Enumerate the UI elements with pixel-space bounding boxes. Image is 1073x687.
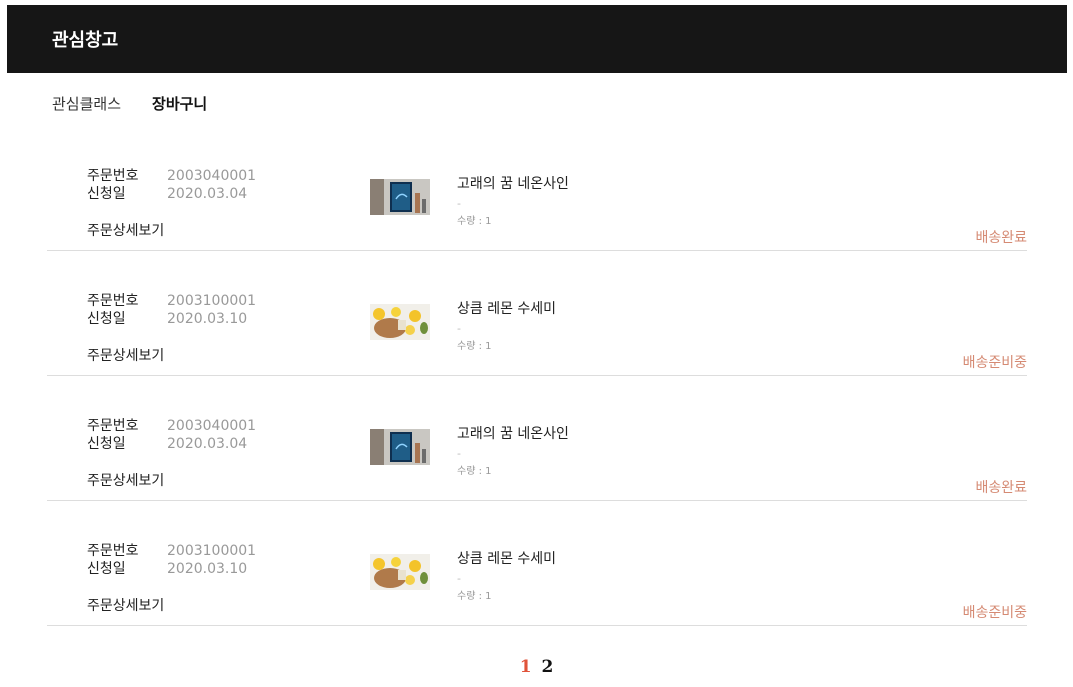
tab-interest-classes[interactable]: 관심클래스 (52, 93, 121, 114)
product-name[interactable]: 고래의 꿈 네온사인 (457, 423, 569, 443)
order-number: 2003100001 (167, 293, 257, 309)
product-info: 고래의 꿈 네온사인 - 수량 : 1 (457, 173, 569, 227)
applied-date: 2020.03.04 (167, 186, 248, 202)
order-number-label: 주문번호 (87, 293, 139, 309)
order-number-label: 주문번호 (87, 418, 139, 434)
order-number: 2003040001 (167, 168, 257, 184)
order-item: 주문번호 2003100001 신청일 2020.03.10 주문상세보기 상큼… (47, 501, 1027, 626)
applied-date-label: 신청일 (87, 561, 126, 577)
tab-cart[interactable]: 장바구니 (152, 93, 207, 114)
product-quantity: 수량 : 1 (457, 216, 492, 227)
product-info: 고래의 꿈 네온사인 - 수량 : 1 (457, 423, 569, 477)
order-item: 주문번호 2003100001 신청일 2020.03.10 주문상세보기 상큼… (47, 251, 1027, 376)
page-1-link[interactable]: 1 (520, 657, 532, 677)
product-quantity: 수량 : 1 (457, 466, 492, 477)
page-title: 관심창고 (52, 30, 119, 51)
lemon-scrubber-image[interactable] (370, 304, 430, 340)
order-number: 2003040001 (167, 418, 257, 434)
product-quantity: 수량 : 1 (457, 341, 492, 352)
applied-date-label: 신청일 (87, 311, 126, 327)
applied-date: 2020.03.10 (167, 311, 248, 327)
applied-date-label: 신청일 (87, 436, 126, 452)
order-list: 주문번호 2003040001 신청일 2020.03.04 주문상세보기 고래… (47, 126, 1027, 626)
page-header: 관심창고 (7, 5, 1067, 73)
tab-bar: 관심클래스 장바구니 (52, 93, 207, 114)
order-detail-link[interactable]: 주문상세보기 (87, 470, 164, 490)
order-number-label: 주문번호 (87, 168, 139, 184)
neon-whale-image[interactable] (370, 179, 430, 215)
product-option: - (457, 197, 461, 210)
product-option: - (457, 322, 461, 335)
page-2-link[interactable]: 2 (541, 657, 553, 677)
lemon-scrubber-image[interactable] (370, 554, 430, 590)
applied-date: 2020.03.10 (167, 561, 248, 577)
delivery-status: 배송완료 (975, 230, 1027, 246)
order-item: 주문번호 2003040001 신청일 2020.03.04 주문상세보기 고래… (47, 376, 1027, 501)
order-detail-link[interactable]: 주문상세보기 (87, 220, 164, 240)
neon-whale-image[interactable] (370, 429, 430, 465)
product-info: 상큼 레몬 수세미 - 수량 : 1 (457, 548, 556, 602)
product-name[interactable]: 고래의 꿈 네온사인 (457, 173, 569, 193)
order-meta: 주문번호 2003100001 신청일 2020.03.10 (87, 292, 256, 328)
delivery-status: 배송완료 (975, 480, 1027, 496)
order-meta: 주문번호 2003040001 신청일 2020.03.04 (87, 417, 256, 453)
product-info: 상큼 레몬 수세미 - 수량 : 1 (457, 298, 556, 352)
product-name[interactable]: 상큼 레몬 수세미 (457, 548, 556, 568)
order-item: 주문번호 2003040001 신청일 2020.03.04 주문상세보기 고래… (47, 126, 1027, 251)
order-number: 2003100001 (167, 543, 257, 559)
order-number-label: 주문번호 (87, 543, 139, 559)
product-option: - (457, 572, 461, 585)
delivery-status: 배송준비중 (962, 355, 1027, 371)
order-detail-link[interactable]: 주문상세보기 (87, 345, 164, 365)
pagination: 1 2 (0, 657, 1073, 677)
order-meta: 주문번호 2003100001 신청일 2020.03.10 (87, 542, 256, 578)
delivery-status: 배송준비중 (962, 605, 1027, 621)
applied-date: 2020.03.04 (167, 436, 248, 452)
product-name[interactable]: 상큼 레몬 수세미 (457, 298, 556, 318)
order-detail-link[interactable]: 주문상세보기 (87, 595, 164, 615)
applied-date-label: 신청일 (87, 186, 126, 202)
product-quantity: 수량 : 1 (457, 591, 492, 602)
order-meta: 주문번호 2003040001 신청일 2020.03.04 (87, 167, 256, 203)
product-option: - (457, 447, 461, 460)
